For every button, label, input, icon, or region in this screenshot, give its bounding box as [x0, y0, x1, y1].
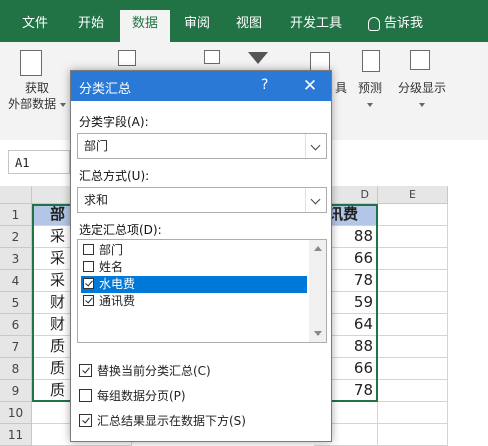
tab-file[interactable]: 文件: [10, 10, 60, 42]
chevron-down-icon: [305, 134, 326, 158]
field-select[interactable]: 部门: [77, 133, 327, 159]
name-box[interactable]: A1: [8, 150, 70, 174]
cell-e[interactable]: [378, 270, 448, 292]
data-tools-label-fragment: 具: [334, 81, 347, 95]
function-select-value: 求和: [84, 193, 109, 207]
list-item[interactable]: 部门: [81, 242, 307, 259]
lightbulb-icon: [368, 16, 380, 31]
function-label: 汇总方式(U):: [79, 169, 150, 183]
cell-e[interactable]: [378, 402, 448, 424]
page-break-label: 每组数据分页(P): [97, 389, 186, 403]
cell-e[interactable]: [378, 248, 448, 270]
cell-e[interactable]: [378, 380, 448, 402]
cell-e[interactable]: [378, 314, 448, 336]
database-icon: [20, 50, 42, 76]
list-item[interactable]: 通讯费: [81, 293, 307, 310]
tab-view[interactable]: 视图: [226, 10, 272, 42]
checkbox[interactable]: [79, 364, 92, 377]
row-header[interactable]: 5: [0, 292, 32, 314]
help-button[interactable]: ?: [261, 77, 268, 93]
field-select-value: 部门: [84, 139, 109, 153]
row-header[interactable]: 2: [0, 226, 32, 248]
scroll-down-icon[interactable]: [314, 331, 322, 336]
dropdown-arrow-icon: [59, 102, 66, 107]
cell-e[interactable]: [378, 358, 448, 380]
page-break-option[interactable]: 每组数据分页(P): [79, 388, 186, 404]
dialog-title: 分类汇总: [79, 82, 132, 97]
get-data-line2: 外部数据: [8, 97, 57, 111]
data-tools-icon: [310, 52, 330, 72]
forecast-button[interactable]: 预测: [352, 80, 388, 112]
dropdown-arrow-icon: [419, 102, 425, 107]
list-scrollbar[interactable]: [309, 240, 326, 342]
close-button[interactable]: ✕: [297, 73, 323, 99]
items-label: 选定汇总项(D):: [79, 223, 162, 237]
outline-label: 分级显示: [397, 81, 446, 95]
column-header-e[interactable]: E: [378, 186, 448, 204]
checkbox[interactable]: [79, 389, 92, 402]
row-header[interactable]: 3: [0, 248, 32, 270]
checkbox[interactable]: [83, 261, 94, 272]
subtotal-items-list: 部门 姓名 水电费 通讯费: [77, 239, 327, 343]
row-header[interactable]: 7: [0, 336, 32, 358]
checkbox[interactable]: [83, 295, 94, 306]
ribbon-tab-bar: 文件 开始 数据 审阅 视图 开发工具 告诉我: [0, 0, 488, 42]
tab-developer[interactable]: 开发工具: [280, 10, 352, 42]
get-data-line1: 获取: [24, 81, 49, 95]
cell-e[interactable]: [378, 336, 448, 358]
list-item-label: 水电费: [99, 277, 136, 291]
list-item-label: 通讯费: [99, 294, 136, 308]
get-external-data-button[interactable]: 获取 外部数据: [4, 80, 70, 112]
tell-me-box[interactable]: 告诉我: [368, 10, 423, 38]
row-header[interactable]: 10: [0, 402, 32, 424]
summary-below-option[interactable]: 汇总结果显示在数据下方(S): [79, 413, 246, 429]
tab-data[interactable]: 数据: [120, 10, 170, 42]
checkbox[interactable]: [83, 278, 94, 289]
list-item-label: 姓名: [99, 260, 124, 274]
row-header[interactable]: 9: [0, 380, 32, 402]
row-header[interactable]: 8: [0, 358, 32, 380]
replace-current-label: 替换当前分类汇总(C): [97, 364, 211, 378]
field-label: 分类字段(A):: [79, 115, 149, 129]
row-header[interactable]: 1: [0, 204, 32, 226]
table-icon: [118, 50, 136, 66]
row-header[interactable]: 6: [0, 314, 32, 336]
tab-home[interactable]: 开始: [64, 10, 118, 42]
cell-e[interactable]: [378, 292, 448, 314]
select-all-corner[interactable]: [0, 186, 32, 204]
list-item[interactable]: 姓名: [81, 259, 307, 276]
forecast-icon: [362, 50, 380, 72]
list-item-label: 部门: [99, 243, 124, 257]
row-header[interactable]: 4: [0, 270, 32, 292]
chevron-down-icon: [305, 188, 326, 212]
checkbox[interactable]: [83, 244, 94, 255]
cell-e[interactable]: [378, 424, 448, 446]
subtotal-dialog: 分类汇总 ? ✕ 分类字段(A): 部门 汇总方式(U): 求和 选定汇总项(D…: [70, 70, 332, 442]
replace-current-option[interactable]: 替换当前分类汇总(C): [79, 363, 211, 379]
outline-icon: [410, 50, 430, 70]
refresh-icon: [204, 50, 220, 64]
list-item[interactable]: 水电费: [81, 276, 307, 293]
row-header[interactable]: 11: [0, 424, 32, 446]
cell-e[interactable]: [378, 226, 448, 248]
outline-button[interactable]: 分级显示: [392, 80, 452, 112]
scroll-up-icon[interactable]: [314, 246, 322, 251]
dialog-title-bar[interactable]: 分类汇总 ? ✕: [71, 71, 331, 101]
dropdown-arrow-icon: [367, 102, 373, 107]
tab-review[interactable]: 审阅: [174, 10, 220, 42]
summary-below-label: 汇总结果显示在数据下方(S): [97, 414, 246, 428]
tell-me-label: 告诉我: [384, 16, 424, 31]
forecast-label: 预测: [357, 81, 382, 95]
filter-icon: [248, 52, 268, 64]
function-select[interactable]: 求和: [77, 187, 327, 213]
cell-e[interactable]: [378, 204, 448, 226]
checkbox[interactable]: [79, 414, 92, 427]
